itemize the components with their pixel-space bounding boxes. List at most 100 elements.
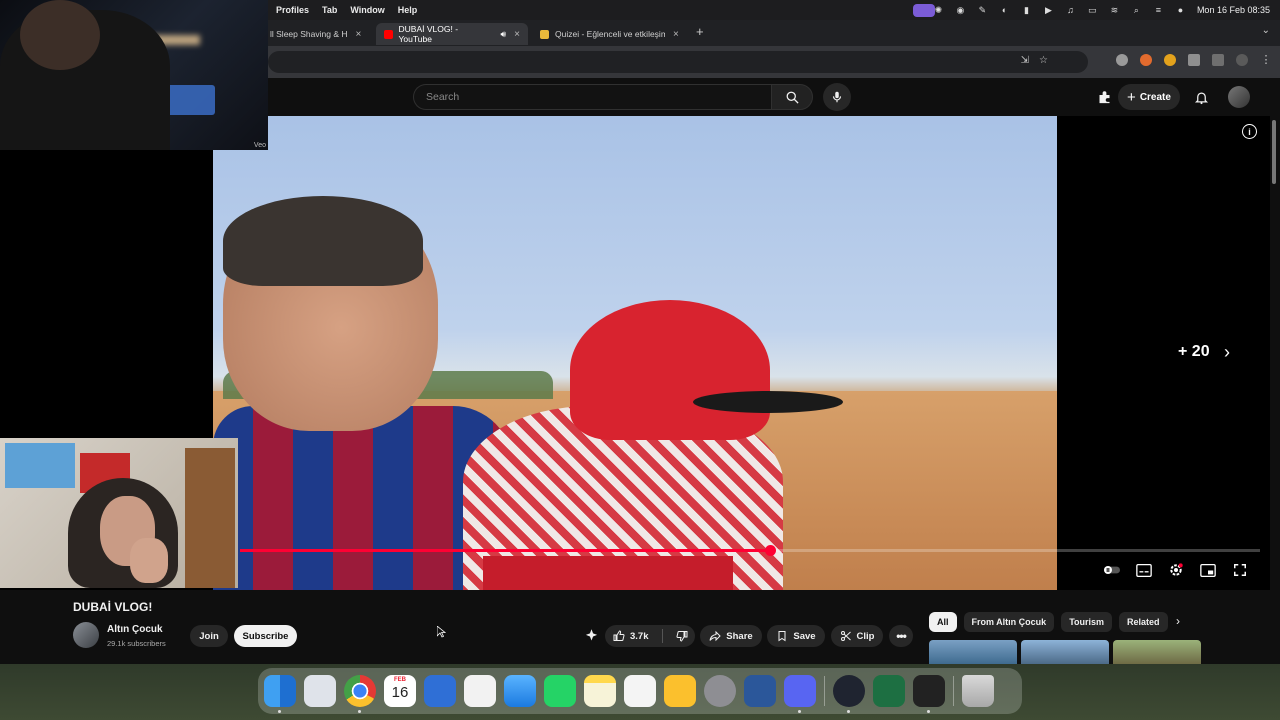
puzzle-icon[interactable]	[1188, 54, 1200, 66]
subtitles-icon[interactable]	[1136, 562, 1152, 578]
video-thumbnail[interactable]	[1113, 640, 1201, 664]
man-hair	[223, 196, 423, 286]
new-tab-icon[interactable]: +	[696, 24, 704, 39]
profile-avatar[interactable]	[1236, 54, 1248, 66]
obs-icon[interactable]	[833, 675, 865, 713]
page-scrollbar[interactable]	[1271, 116, 1277, 660]
launchpad-icon[interactable]	[304, 675, 336, 707]
mail-icon[interactable]	[504, 675, 536, 707]
install-icon[interactable]: ⇲	[1021, 55, 1029, 66]
bookmark-star-icon[interactable]: ☆	[1039, 55, 1048, 66]
siri-icon[interactable]: ●	[1175, 5, 1186, 16]
gmail-icon[interactable]	[464, 675, 496, 707]
fullscreen-icon[interactable]	[1232, 562, 1248, 578]
menu-help[interactable]: Help	[398, 5, 418, 15]
clip-button[interactable]: Clip	[831, 625, 883, 647]
player-controls-right	[1104, 562, 1248, 578]
battery-icon[interactable]: ▭	[1087, 5, 1098, 16]
close-icon[interactable]: ×	[356, 29, 362, 40]
speaker-icon[interactable]: 🔊︎	[500, 29, 506, 40]
voice-search-button[interactable]	[823, 83, 851, 111]
shazam-icon[interactable]: ◉	[955, 5, 966, 16]
chip-related[interactable]: Related	[1119, 612, 1168, 632]
extension-icon[interactable]	[1140, 54, 1152, 66]
headphones-icon[interactable]: ♫	[1065, 5, 1076, 16]
finder-icon[interactable]	[264, 675, 296, 713]
save-button[interactable]: Save	[767, 625, 825, 647]
spotlight-search-icon[interactable]: ⌕	[1131, 5, 1142, 16]
menu-window[interactable]: Window	[350, 5, 384, 15]
chevron-right-icon[interactable]: ›	[1176, 614, 1180, 628]
chrome-icon[interactable]	[344, 675, 376, 713]
extension-puzzle-icon[interactable]	[1095, 88, 1113, 106]
calendar-icon[interactable]: FEB 16	[384, 675, 416, 707]
word-icon[interactable]	[744, 675, 776, 707]
moon-icon[interactable]: ◐	[999, 5, 1010, 16]
search-icon	[786, 91, 799, 104]
menu-profiles[interactable]: Profiles	[276, 5, 309, 15]
clip-label: Clip	[856, 630, 875, 642]
trash-icon[interactable]	[962, 675, 994, 707]
tab-title: ll Sleep Shaving & H	[270, 29, 348, 39]
browser-tab-2[interactable]: DUBAİ VLOG! - YouTube 🔊︎ ×	[376, 23, 528, 45]
media-control-icon[interactable]	[1212, 54, 1224, 66]
video-frame[interactable]	[213, 116, 1057, 590]
browser-tab-3[interactable]: Quizei - Eğlenceli ve etkileşim ×	[532, 23, 688, 45]
dislike-button[interactable]	[675, 630, 688, 642]
kebab-menu-icon[interactable]: ⋮	[1260, 54, 1272, 66]
channel-avatar[interactable]	[73, 622, 99, 648]
notifications-bell-icon[interactable]	[1192, 88, 1210, 106]
account-avatar[interactable]	[1228, 86, 1250, 108]
chevron-right-icon[interactable]: ›	[1224, 342, 1230, 363]
reminders-icon[interactable]	[624, 675, 656, 707]
car-display	[165, 85, 215, 115]
battery-small-icon[interactable]: ▮	[1021, 5, 1032, 16]
settings-gear-icon[interactable]	[1168, 562, 1184, 578]
screen-share-icon[interactable]	[912, 3, 935, 17]
browser-tab-1[interactable]: ll Sleep Shaving & H ×	[262, 23, 374, 45]
join-button[interactable]: Join	[190, 625, 228, 647]
notes-icon[interactable]	[584, 675, 616, 707]
more-actions-button[interactable]: •••	[889, 625, 913, 647]
control-center-icon[interactable]: ≡	[1153, 5, 1164, 16]
extension-icon[interactable]	[1116, 54, 1128, 66]
address-bar[interactable]	[268, 51, 1088, 73]
pen-icon[interactable]: ✎	[977, 5, 988, 16]
info-icon[interactable]: i	[1242, 124, 1257, 139]
channel-name[interactable]: Altın Çocuk	[107, 624, 163, 635]
video-thumbnail[interactable]	[929, 640, 1017, 664]
tab-search-chevron-icon[interactable]: ⌄	[1262, 25, 1270, 36]
thumbs-up-icon	[613, 630, 625, 641]
miniplayer-icon[interactable]	[1200, 562, 1216, 578]
like-button[interactable]: 3.7k	[613, 630, 649, 642]
search-button[interactable]	[771, 84, 813, 110]
chip-all[interactable]: All	[929, 612, 957, 632]
subscribe-button[interactable]: Subscribe	[234, 625, 297, 647]
autoplay-toggle-icon[interactable]	[1104, 562, 1120, 578]
activity-monitor-icon[interactable]	[913, 675, 945, 713]
share-button[interactable]: Share	[700, 625, 762, 647]
excel-icon[interactable]	[873, 675, 905, 707]
calendar-day: 16	[391, 684, 409, 701]
close-icon[interactable]: ×	[514, 29, 520, 40]
video-thumbnail[interactable]	[1021, 640, 1109, 664]
close-icon[interactable]: ×	[673, 29, 679, 40]
chip-from-channel[interactable]: From Altın Çocuk	[963, 612, 1055, 632]
ask-ai-sparkle-icon[interactable]	[584, 628, 600, 644]
outlook-icon[interactable]	[424, 675, 456, 707]
menu-tab[interactable]: Tab	[322, 5, 337, 15]
create-button[interactable]: + Create	[1118, 84, 1180, 110]
chip-tourism[interactable]: Tourism	[1061, 612, 1113, 632]
whatsapp-icon[interactable]	[544, 675, 576, 707]
wifi-icon[interactable]: ≋	[1109, 5, 1120, 16]
scrollbar-thumb[interactable]	[1272, 120, 1276, 184]
menubar-clock[interactable]: Mon 16 Feb 08:35	[1197, 5, 1270, 15]
extension-icon[interactable]	[1164, 54, 1176, 66]
system-settings-icon[interactable]	[704, 675, 736, 707]
search-input[interactable]: Search	[413, 84, 771, 110]
discord-icon[interactable]	[784, 675, 816, 713]
numbers-icon[interactable]	[664, 675, 696, 707]
skip-forward-label[interactable]: + 20	[1178, 343, 1210, 361]
play-circle-icon[interactable]: ▶	[1043, 5, 1054, 16]
progress-bar[interactable]	[240, 545, 1260, 556]
